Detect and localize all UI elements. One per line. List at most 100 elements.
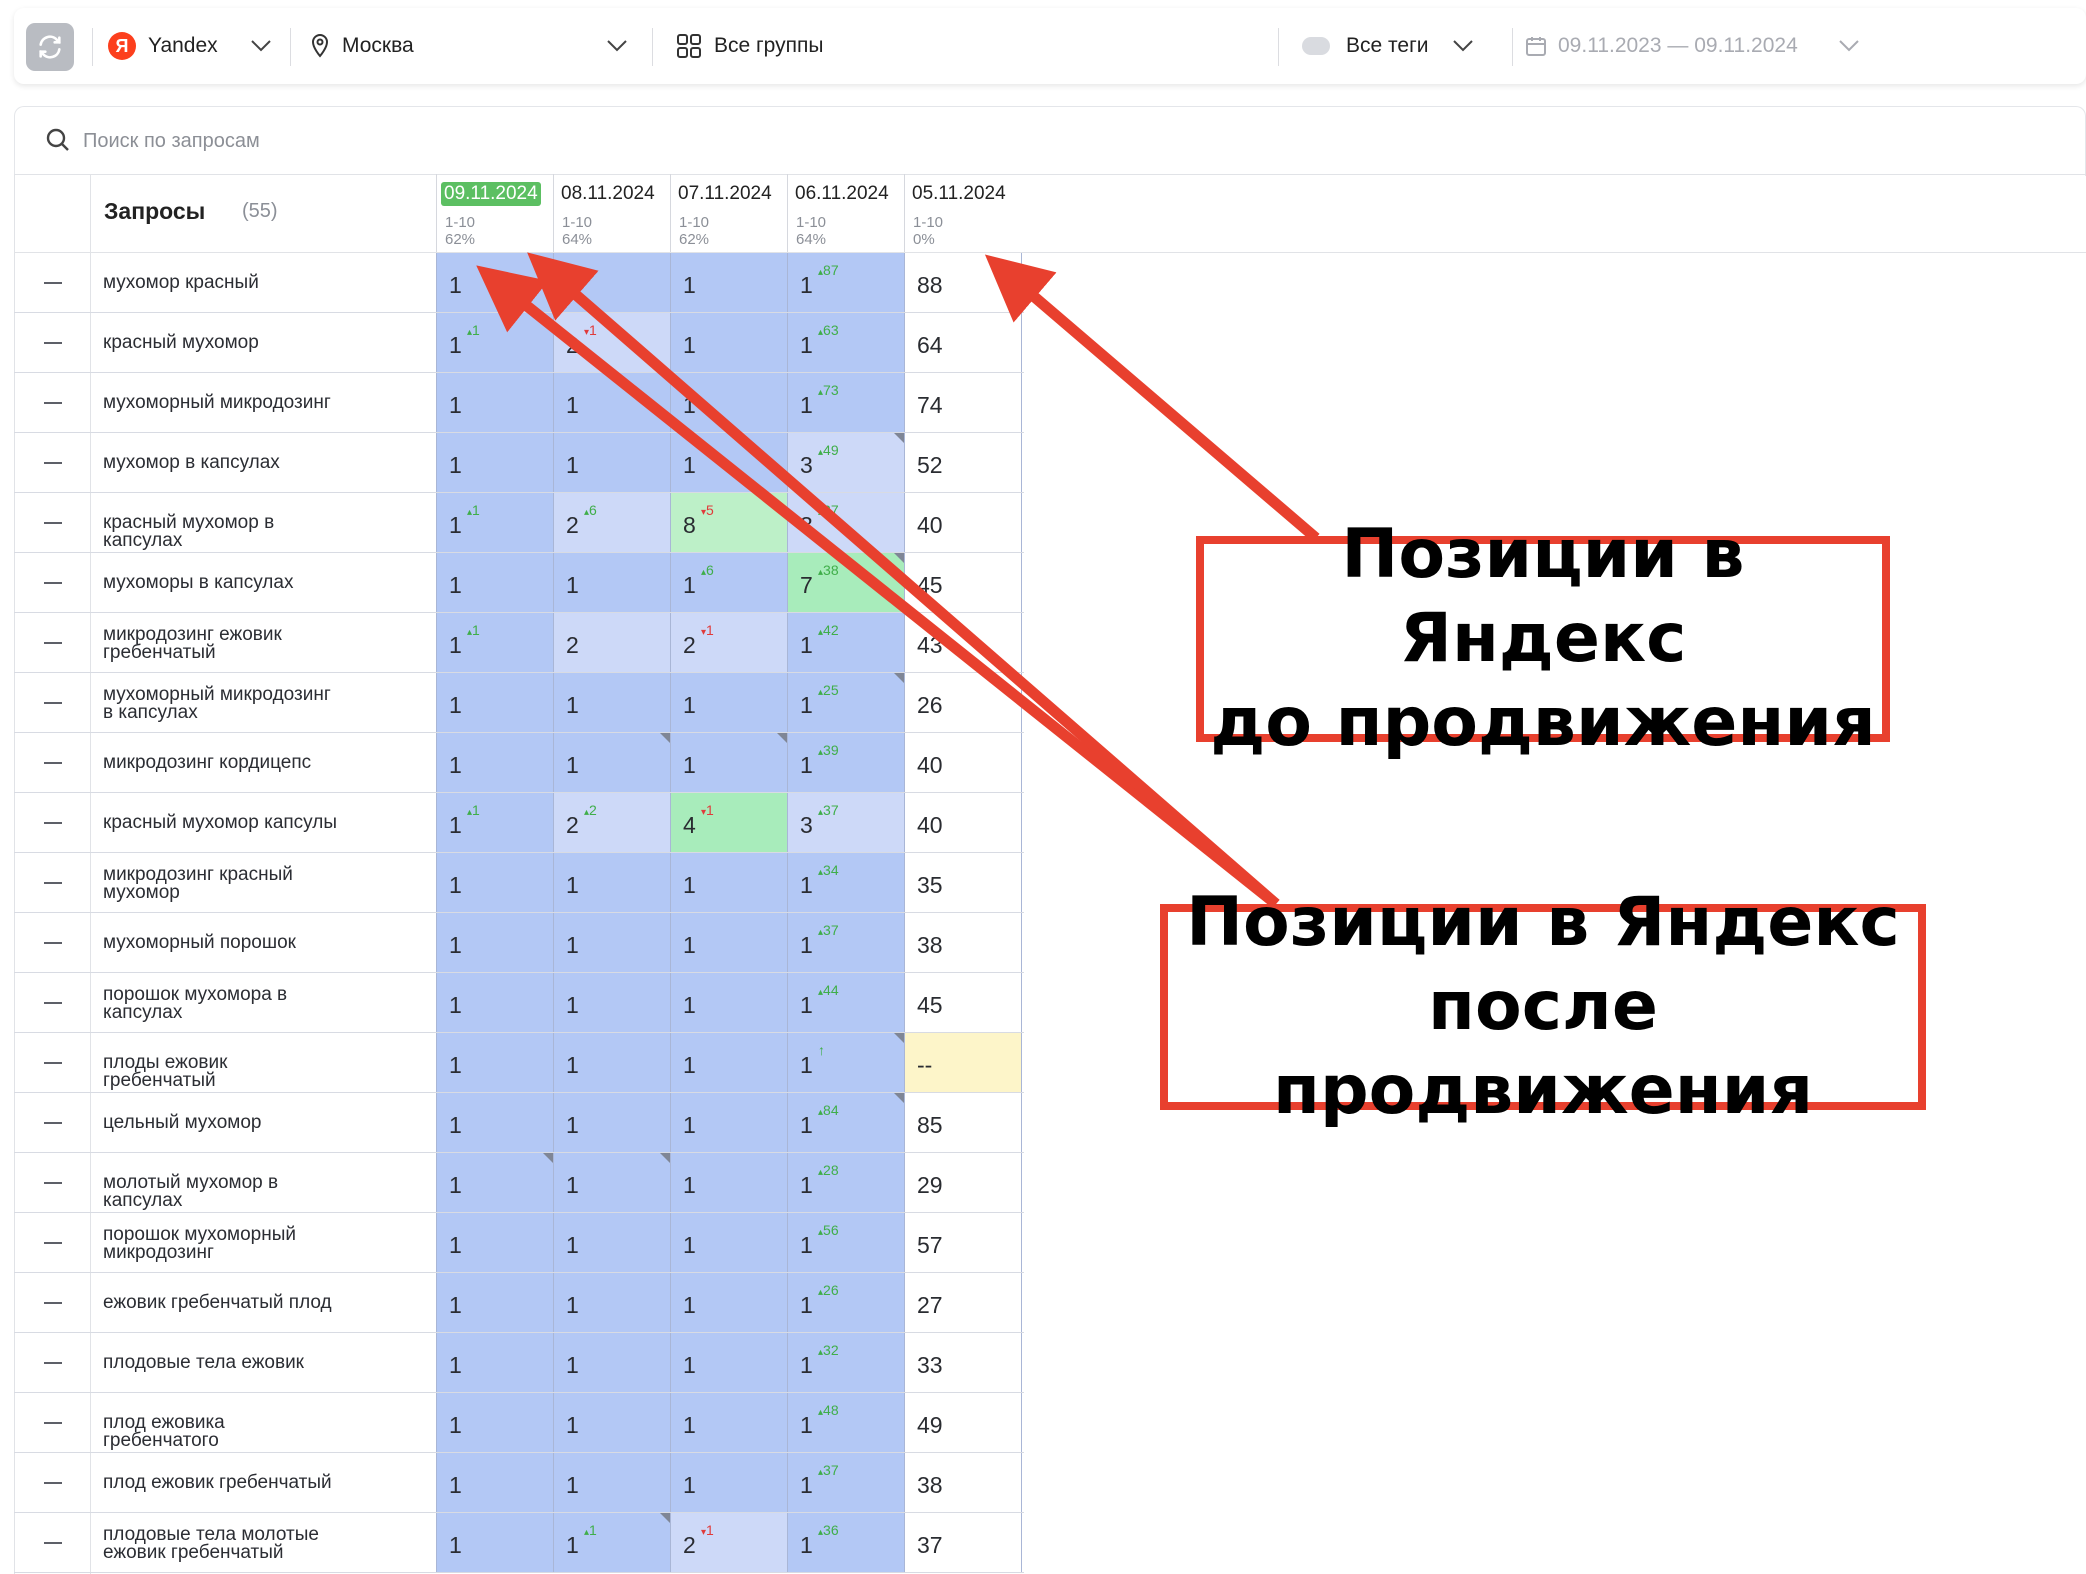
position-cell[interactable]: 1 — [670, 1333, 787, 1393]
position-cell[interactable]: 1 — [670, 1033, 787, 1093]
table-row[interactable]: мухоморный порошок 1 1 1 1 ▴37 38 — [14, 913, 1024, 973]
position-cell[interactable]: 4 ▾1 — [670, 793, 787, 853]
position-cell[interactable]: 1 ▴42 — [787, 613, 904, 673]
position-cell[interactable]: 1 — [670, 973, 787, 1033]
date-column-header[interactable]: 05.11.2024 1-10 0% — [904, 174, 1021, 252]
position-cell[interactable]: 1 — [436, 1513, 553, 1573]
position-cell[interactable]: 33 — [904, 1333, 1021, 1393]
table-row[interactable]: мухомор в капсулах 1 1 1 3 ▴49 52 — [14, 433, 1024, 493]
position-cell[interactable]: 1 ▴56 — [787, 1213, 904, 1273]
position-cell[interactable]: 1 ▴6 — [670, 553, 787, 613]
row-collapse-icon[interactable] — [44, 882, 62, 884]
position-cell[interactable]: 1 — [670, 1393, 787, 1453]
position-cell[interactable]: 1 — [670, 1273, 787, 1333]
tags-select[interactable]: Все теги — [1302, 8, 1474, 84]
position-cell[interactable]: 1 — [670, 1093, 787, 1153]
position-cell[interactable]: 1 ▴87 — [787, 253, 904, 313]
region-select[interactable]: Москва — [310, 8, 414, 84]
position-cell[interactable]: 37 — [904, 1513, 1021, 1573]
position-cell[interactable]: 1 — [553, 1093, 670, 1153]
position-cell[interactable]: 1 — [436, 1333, 553, 1393]
row-collapse-icon[interactable] — [44, 462, 62, 464]
table-row[interactable]: красный мухомор 1 ▴1 2 ▾1 1 1 ▴63 64 — [14, 313, 1024, 373]
position-cell[interactable]: 1 — [436, 1273, 553, 1333]
table-row[interactable]: плод ежовика гребенчатого 1 1 1 1 ▴48 49 — [14, 1393, 1024, 1453]
position-cell[interactable]: 1 — [670, 1213, 787, 1273]
position-cell[interactable]: 1 — [553, 1213, 670, 1273]
row-collapse-icon[interactable] — [44, 702, 62, 704]
position-cell[interactable]: 1 — [436, 1093, 553, 1153]
position-cell[interactable]: 2 ▾1 — [670, 1513, 787, 1573]
position-cell[interactable]: 1 — [553, 853, 670, 913]
groups-select[interactable]: Все группы — [676, 8, 823, 84]
position-cell[interactable]: 1 — [670, 913, 787, 973]
date-column-header[interactable]: 06.11.2024 1-10 64% — [787, 174, 904, 252]
position-cell[interactable]: 85 — [904, 1093, 1021, 1153]
row-collapse-icon[interactable] — [44, 1242, 62, 1244]
position-cell[interactable]: 1 — [436, 373, 553, 433]
position-cell[interactable]: 1 ▴48 — [787, 1393, 904, 1453]
row-collapse-icon[interactable] — [44, 282, 62, 284]
position-cell[interactable]: 3 ▴49 — [787, 433, 904, 493]
position-cell[interactable]: 1 ▴84 — [787, 1093, 904, 1153]
position-cell[interactable]: 1 — [436, 1153, 553, 1213]
position-cell[interactable]: 1 — [436, 1393, 553, 1453]
chevron-down-icon[interactable] — [606, 39, 628, 53]
position-cell[interactable]: 2 ▴6 — [553, 493, 670, 553]
row-collapse-icon[interactable] — [44, 942, 62, 944]
table-row[interactable]: красный мухомор в капсулах 1 ▴1 2 ▴6 8 ▾5 3 ▴37 4… — [14, 493, 1024, 553]
date-range-select[interactable]: 09.11.2023 — 09.11.2024 — [1524, 8, 1860, 84]
position-cell[interactable]: 64 — [904, 313, 1021, 373]
position-cell[interactable]: 43 — [904, 613, 1021, 673]
row-collapse-icon[interactable] — [44, 1422, 62, 1424]
date-column-header[interactable]: 09.11.2024 1-10 62% — [436, 174, 553, 252]
position-cell[interactable]: 1 — [436, 973, 553, 1033]
position-cell[interactable]: 26 — [904, 673, 1021, 733]
position-cell[interactable]: 1 — [670, 313, 787, 373]
position-cell[interactable]: 40 — [904, 733, 1021, 793]
table-row[interactable]: микродозинг красный мухомор 1 1 1 1 ▴34 35 — [14, 853, 1024, 913]
row-collapse-icon[interactable] — [44, 1362, 62, 1364]
position-cell[interactable]: 1 ▴39 — [787, 733, 904, 793]
position-cell[interactable]: 1 — [670, 673, 787, 733]
position-cell[interactable]: 1 — [436, 913, 553, 973]
table-row[interactable]: плодовые тела молотые ежовик гребенчатый… — [14, 1513, 1024, 1573]
row-collapse-icon[interactable] — [44, 1002, 62, 1004]
table-row[interactable]: мухоморный микродозинг в капсулах 1 1 1 1 ▴25… — [14, 673, 1024, 733]
position-cell[interactable]: 2 ▾1 — [670, 613, 787, 673]
position-cell[interactable]: 1 — [553, 1453, 670, 1513]
position-cell[interactable]: 1 — [436, 1033, 553, 1093]
table-row[interactable]: мухоморы в капсулах 1 1 1 ▴6 7 ▴38 45 — [14, 553, 1024, 613]
position-cell[interactable]: 1 — [553, 1033, 670, 1093]
position-cell[interactable]: 1 ▴1 — [553, 1513, 670, 1573]
position-cell[interactable]: 2 ▴2 — [553, 793, 670, 853]
position-cell[interactable]: 38 — [904, 1453, 1021, 1513]
position-cell[interactable]: 1 ▴25 — [787, 673, 904, 733]
row-collapse-icon[interactable] — [44, 1182, 62, 1184]
position-cell[interactable]: 1 — [670, 253, 787, 313]
position-cell[interactable]: 1 — [436, 433, 553, 493]
position-cell[interactable]: 2 ▾1 — [553, 313, 670, 373]
position-cell[interactable]: 1 — [436, 733, 553, 793]
position-cell[interactable]: 57 — [904, 1213, 1021, 1273]
refresh-button[interactable] — [26, 23, 74, 71]
row-collapse-icon[interactable] — [44, 1062, 62, 1064]
position-cell[interactable]: 3 ▴37 — [787, 493, 904, 553]
engine-select[interactable]: Я Yandex — [108, 8, 272, 84]
table-row[interactable]: мухомор красный 1 1 1 1 ▴87 88 — [14, 253, 1024, 313]
position-cell[interactable]: 1 — [553, 1153, 670, 1213]
position-cell[interactable]: 1 ▴26 — [787, 1273, 904, 1333]
position-cell[interactable]: 1 — [670, 373, 787, 433]
position-cell[interactable]: 1 ▴1 — [436, 313, 553, 373]
table-row[interactable]: цельный мухомор 1 1 1 1 ▴84 85 — [14, 1093, 1024, 1153]
row-collapse-icon[interactable] — [44, 1122, 62, 1124]
position-cell[interactable]: 1 ▴1 — [436, 793, 553, 853]
position-cell[interactable]: 45 — [904, 553, 1021, 613]
position-cell[interactable]: 88 — [904, 253, 1021, 313]
position-cell[interactable]: 1 — [670, 433, 787, 493]
position-cell[interactable]: 1 — [553, 253, 670, 313]
position-cell[interactable]: 3 ▴37 — [787, 793, 904, 853]
position-cell[interactable]: 8 ▾5 — [670, 493, 787, 553]
position-cell[interactable]: 1 — [553, 913, 670, 973]
table-row[interactable]: мухоморный микродозинг 1 1 1 1 ▴73 74 — [14, 373, 1024, 433]
